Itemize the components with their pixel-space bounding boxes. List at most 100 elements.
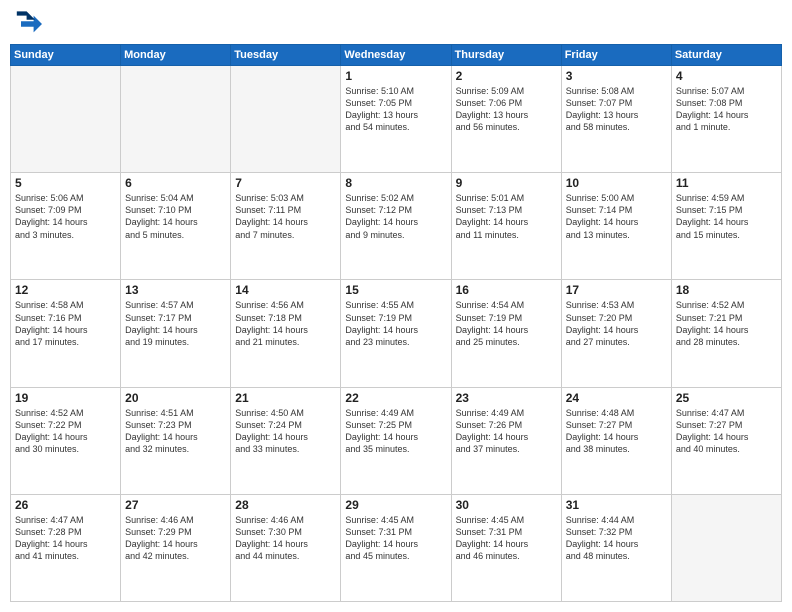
calendar-cell <box>671 494 781 601</box>
weekday-wednesday: Wednesday <box>341 45 451 66</box>
day-number: 1 <box>345 69 446 83</box>
weekday-header-row: SundayMondayTuesdayWednesdayThursdayFrid… <box>11 45 782 66</box>
day-info: Sunrise: 5:04 AMSunset: 7:10 PMDaylight:… <box>125 192 226 241</box>
day-info: Sunrise: 4:50 AMSunset: 7:24 PMDaylight:… <box>235 407 336 456</box>
day-info: Sunrise: 5:10 AMSunset: 7:05 PMDaylight:… <box>345 85 446 134</box>
calendar-cell: 2Sunrise: 5:09 AMSunset: 7:06 PMDaylight… <box>451 66 561 173</box>
day-number: 18 <box>676 283 777 297</box>
calendar-cell: 14Sunrise: 4:56 AMSunset: 7:18 PMDayligh… <box>231 280 341 387</box>
day-info: Sunrise: 4:49 AMSunset: 7:26 PMDaylight:… <box>456 407 557 456</box>
calendar-cell: 20 Sunrise: 4:51 AMSunset: 7:23 PMDayligh… <box>121 387 231 494</box>
calendar-week-3: 12 Sunrise: 4:58 AMSunset: 7:16 PMDayligh… <box>11 280 782 387</box>
day-number: 10 <box>566 176 667 190</box>
day-info: Sunrise: 5:06 AMSunset: 7:09 PMDaylight:… <box>15 192 116 241</box>
day-number: 16 <box>456 283 557 297</box>
day-number: 12 <box>15 283 116 297</box>
header <box>10 10 782 38</box>
calendar-cell: 7Sunrise: 5:03 AMSunset: 7:11 PMDaylight… <box>231 173 341 280</box>
calendar-table: SundayMondayTuesdayWednesdayThursdayFrid… <box>10 44 782 602</box>
calendar-cell: 22 Sunrise: 4:49 AMSunset: 7:25 PMDayligh… <box>341 387 451 494</box>
day-info: Sunrise: 4:45 AMSunset: 7:31 PMDaylight:… <box>456 514 557 563</box>
day-info: Sunrise: 4:55 AMSunset: 7:19 PMDaylight:… <box>345 299 446 348</box>
day-number: 19 <box>15 391 116 405</box>
calendar-cell: 16 Sunrise: 4:54 AMSunset: 7:19 PMDayligh… <box>451 280 561 387</box>
calendar-cell: 8 Sunrise: 5:02 AMSunset: 7:12 PMDaylight… <box>341 173 451 280</box>
day-info: Sunrise: 4:58 AMSunset: 7:16 PMDaylight:… <box>15 299 116 348</box>
day-info: Sunrise: 4:52 AMSunset: 7:22 PMDaylight:… <box>15 407 116 456</box>
day-info: Sunrise: 4:46 AMSunset: 7:29 PMDaylight:… <box>125 514 226 563</box>
day-info: Sunrise: 5:02 AMSunset: 7:12 PMDaylight:… <box>345 192 446 241</box>
day-number: 7 <box>235 176 336 190</box>
day-number: 13 <box>125 283 226 297</box>
day-info: Sunrise: 4:51 AMSunset: 7:23 PMDaylight:… <box>125 407 226 456</box>
day-info: Sunrise: 5:01 AMSunset: 7:13 PMDaylight:… <box>456 192 557 241</box>
calendar-cell: 27 Sunrise: 4:46 AMSunset: 7:29 PMDayligh… <box>121 494 231 601</box>
calendar-week-4: 19 Sunrise: 4:52 AMSunset: 7:22 PMDayligh… <box>11 387 782 494</box>
day-number: 28 <box>235 498 336 512</box>
calendar-cell: 12 Sunrise: 4:58 AMSunset: 7:16 PMDayligh… <box>11 280 121 387</box>
day-info: Sunrise: 4:45 AMSunset: 7:31 PMDaylight:… <box>345 514 446 563</box>
calendar-cell: 23 Sunrise: 4:49 AMSunset: 7:26 PMDayligh… <box>451 387 561 494</box>
day-number: 25 <box>676 391 777 405</box>
calendar-cell: 4 Sunrise: 5:07 AMSunset: 7:08 PMDaylight… <box>671 66 781 173</box>
calendar-week-1: 1 Sunrise: 5:10 AMSunset: 7:05 PMDaylight… <box>11 66 782 173</box>
day-number: 17 <box>566 283 667 297</box>
calendar-week-5: 26 Sunrise: 4:47 AMSunset: 7:28 PMDayligh… <box>11 494 782 601</box>
day-number: 5 <box>15 176 116 190</box>
calendar-cell: 19 Sunrise: 4:52 AMSunset: 7:22 PMDayligh… <box>11 387 121 494</box>
day-number: 31 <box>566 498 667 512</box>
calendar-cell: 21Sunrise: 4:50 AMSunset: 7:24 PMDayligh… <box>231 387 341 494</box>
day-number: 6 <box>125 176 226 190</box>
day-number: 27 <box>125 498 226 512</box>
calendar-cell: 6 Sunrise: 5:04 AMSunset: 7:10 PMDaylight… <box>121 173 231 280</box>
calendar-cell: 30 Sunrise: 4:45 AMSunset: 7:31 PMDayligh… <box>451 494 561 601</box>
calendar-cell: 13 Sunrise: 4:57 AMSunset: 7:17 PMDayligh… <box>121 280 231 387</box>
day-info: Sunrise: 5:09 AMSunset: 7:06 PMDaylight:… <box>456 85 557 134</box>
generalblue-logo-icon <box>14 10 42 38</box>
calendar-cell: 5 Sunrise: 5:06 AMSunset: 7:09 PMDaylight… <box>11 173 121 280</box>
day-number: 22 <box>345 391 446 405</box>
weekday-saturday: Saturday <box>671 45 781 66</box>
day-number: 24 <box>566 391 667 405</box>
calendar-cell: 26 Sunrise: 4:47 AMSunset: 7:28 PMDayligh… <box>11 494 121 601</box>
calendar-cell: 18Sunrise: 4:52 AMSunset: 7:21 PMDayligh… <box>671 280 781 387</box>
calendar-cell <box>11 66 121 173</box>
day-number: 20 <box>125 391 226 405</box>
calendar-cell: 28 Sunrise: 4:46 AMSunset: 7:30 PMDayligh… <box>231 494 341 601</box>
day-info: Sunrise: 4:59 AMSunset: 7:15 PMDaylight:… <box>676 192 777 241</box>
day-number: 3 <box>566 69 667 83</box>
day-info: Sunrise: 4:47 AMSunset: 7:28 PMDaylight:… <box>15 514 116 563</box>
day-info: Sunrise: 4:57 AMSunset: 7:17 PMDaylight:… <box>125 299 226 348</box>
day-number: 8 <box>345 176 446 190</box>
calendar-cell: 24 Sunrise: 4:48 AMSunset: 7:27 PMDayligh… <box>561 387 671 494</box>
calendar-cell: 15Sunrise: 4:55 AMSunset: 7:19 PMDayligh… <box>341 280 451 387</box>
calendar-cell: 3 Sunrise: 5:08 AMSunset: 7:07 PMDaylight… <box>561 66 671 173</box>
day-info: Sunrise: 4:46 AMSunset: 7:30 PMDaylight:… <box>235 514 336 563</box>
day-info: Sunrise: 4:53 AMSunset: 7:20 PMDaylight:… <box>566 299 667 348</box>
weekday-tuesday: Tuesday <box>231 45 341 66</box>
day-number: 23 <box>456 391 557 405</box>
calendar-cell <box>231 66 341 173</box>
day-number: 9 <box>456 176 557 190</box>
calendar-cell: 17 Sunrise: 4:53 AMSunset: 7:20 PMDayligh… <box>561 280 671 387</box>
day-number: 26 <box>15 498 116 512</box>
page: SundayMondayTuesdayWednesdayThursdayFrid… <box>0 0 792 612</box>
day-number: 14 <box>235 283 336 297</box>
day-info: Sunrise: 5:00 AMSunset: 7:14 PMDaylight:… <box>566 192 667 241</box>
day-info: Sunrise: 4:47 AMSunset: 7:27 PMDaylight:… <box>676 407 777 456</box>
day-number: 30 <box>456 498 557 512</box>
day-info: Sunrise: 4:44 AMSunset: 7:32 PMDaylight:… <box>566 514 667 563</box>
day-info: Sunrise: 4:49 AMSunset: 7:25 PMDaylight:… <box>345 407 446 456</box>
logo <box>14 10 46 38</box>
day-number: 29 <box>345 498 446 512</box>
day-number: 4 <box>676 69 777 83</box>
weekday-thursday: Thursday <box>451 45 561 66</box>
calendar-week-2: 5 Sunrise: 5:06 AMSunset: 7:09 PMDaylight… <box>11 173 782 280</box>
day-info: Sunrise: 4:54 AMSunset: 7:19 PMDaylight:… <box>456 299 557 348</box>
day-info: Sunrise: 4:48 AMSunset: 7:27 PMDaylight:… <box>566 407 667 456</box>
calendar-cell: 29 Sunrise: 4:45 AMSunset: 7:31 PMDayligh… <box>341 494 451 601</box>
day-info: Sunrise: 5:07 AMSunset: 7:08 PMDaylight:… <box>676 85 777 134</box>
weekday-monday: Monday <box>121 45 231 66</box>
day-info: Sunrise: 5:08 AMSunset: 7:07 PMDaylight:… <box>566 85 667 134</box>
weekday-sunday: Sunday <box>11 45 121 66</box>
